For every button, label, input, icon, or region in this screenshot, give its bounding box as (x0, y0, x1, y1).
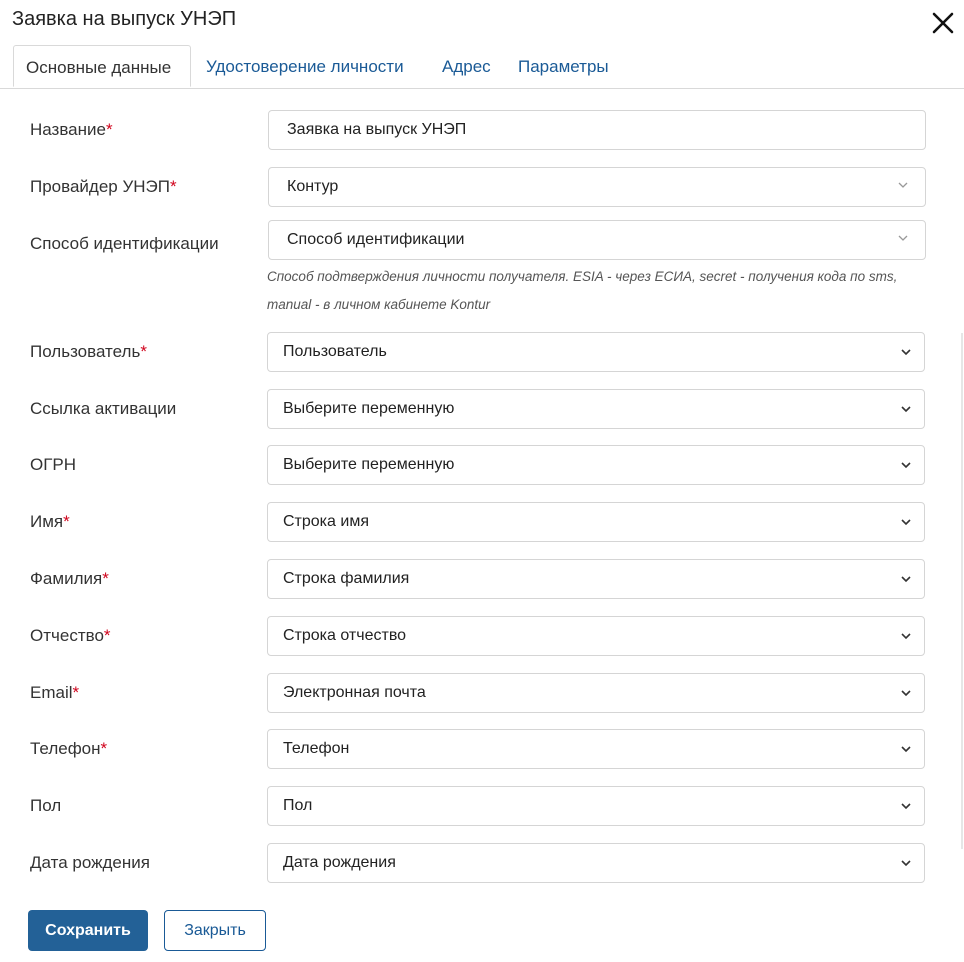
first-name-label: Имя* (30, 512, 70, 531)
tab-parameters[interactable]: Параметры (518, 45, 609, 87)
identification-label: Способ идентификации (30, 234, 219, 253)
required-mark: * (100, 739, 108, 758)
required-mark: * (169, 177, 177, 196)
phone-select[interactable]: Телефон (267, 729, 925, 769)
dialog-title: Заявка на выпуск УНЭП (12, 8, 237, 30)
last-name-label: Фамилия* (30, 569, 109, 588)
close-icon[interactable] (930, 10, 956, 36)
chevron-down-icon (901, 803, 911, 810)
required-mark: * (102, 569, 109, 588)
gender-label: Пол (30, 796, 62, 815)
ogrn-select-value: Выберите переменную (283, 456, 455, 473)
chevron-down-icon (901, 690, 911, 697)
activation-link-label: Ссылка активации (30, 399, 177, 418)
identification-hint: Способ подтверждения личности получателя… (267, 269, 898, 312)
close-button[interactable]: Закрыть (164, 910, 266, 951)
tab-address[interactable]: Адрес (442, 45, 491, 87)
identification-select[interactable]: Способ идентификации (268, 220, 926, 260)
patronymic-select[interactable]: Строка отчество (267, 616, 925, 656)
identification-select-value: Способ идентификации (287, 231, 465, 248)
provider-select[interactable]: Контур (268, 167, 926, 207)
last-name-select[interactable]: Строка фамилия (267, 559, 925, 599)
chevron-down-icon (901, 519, 911, 526)
first-name-select[interactable]: Строка имя (267, 502, 925, 542)
birth-date-label: Дата рождения (30, 853, 150, 872)
provider-label: Провайдер УНЭП* (30, 177, 177, 196)
chevron-down-icon (898, 182, 908, 188)
chevron-down-icon (901, 633, 911, 640)
birth-date-select-value: Дата рождения (283, 854, 396, 871)
required-mark: * (103, 626, 111, 645)
tab-bar: Основные данные Удостоверение личности А… (0, 45, 964, 89)
ogrn-label: ОГРН (30, 455, 77, 474)
patronymic-select-value: Строка отчество (283, 627, 407, 644)
save-button[interactable]: Сохранить (28, 910, 148, 951)
activation-link-select-value: Выберите переменную (283, 400, 455, 417)
email-select-value: Электронная почта (283, 684, 426, 701)
required-mark: * (140, 342, 147, 361)
email-select[interactable]: Электронная почта (267, 673, 925, 713)
required-mark: * (72, 683, 80, 702)
birth-date-select[interactable]: Дата рождения (267, 843, 925, 883)
gender-select[interactable]: Пол (267, 786, 925, 826)
last-name-select-value: Строка фамилия (283, 570, 410, 587)
chevron-down-icon (901, 746, 911, 753)
name-label: Название* (30, 120, 113, 139)
tab-main-data[interactable]: Основные данные (13, 45, 191, 87)
provider-select-value: Контур (287, 178, 339, 195)
chevron-down-icon (901, 349, 911, 356)
ogrn-select[interactable]: Выберите переменную (267, 445, 925, 485)
scrollbar[interactable] (961, 333, 963, 849)
phone-label: Телефон* (30, 739, 108, 758)
phone-select-value: Телефон (283, 740, 350, 757)
activation-link-select[interactable]: Выберите переменную (267, 389, 925, 429)
gender-select-value: Пол (283, 797, 313, 814)
first-name-select-value: Строка имя (283, 513, 369, 530)
user-select-value: Пользователь (283, 343, 387, 360)
user-label: Пользователь* (30, 342, 147, 361)
email-label: Email* (30, 683, 80, 702)
name-input[interactable]: Заявка на выпуск УНЭП (268, 110, 926, 150)
required-mark: * (63, 512, 70, 531)
user-select[interactable]: Пользователь (267, 332, 925, 372)
chevron-down-icon (901, 576, 911, 583)
tab-identity-document[interactable]: Удостоверение личности (206, 45, 404, 87)
required-mark: * (105, 120, 113, 139)
chevron-down-icon (901, 860, 911, 867)
chevron-down-icon (901, 406, 911, 413)
patronymic-label: Отчество* (30, 626, 111, 645)
chevron-down-icon (901, 462, 911, 469)
name-input-value: Заявка на выпуск УНЭП (287, 121, 467, 138)
chevron-down-icon (898, 235, 908, 241)
